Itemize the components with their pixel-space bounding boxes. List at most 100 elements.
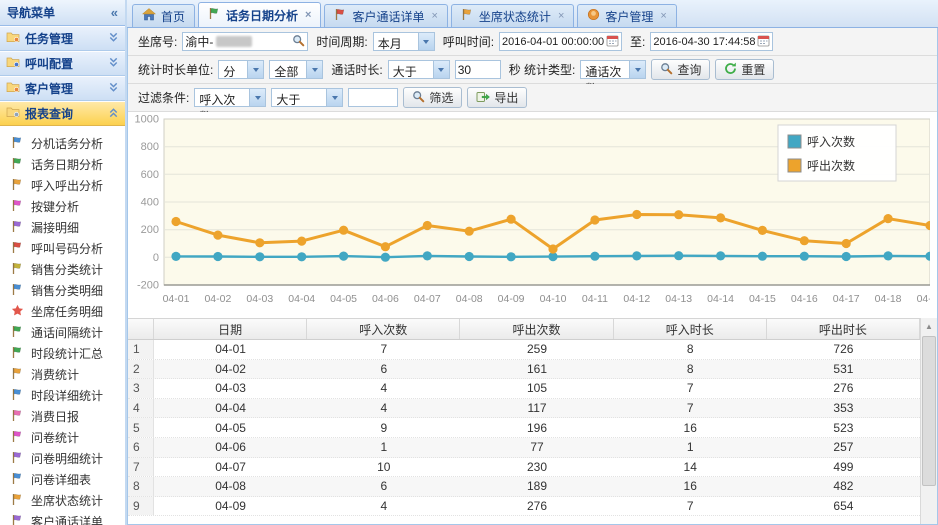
table-row[interactable]: 404-0441177353	[128, 399, 920, 419]
table-row[interactable]: 604-061771257	[128, 438, 920, 458]
table-cell: 04-08	[154, 477, 307, 496]
search-icon[interactable]	[292, 34, 305, 50]
tab-item[interactable]: 客户通话详单 ×	[324, 4, 447, 27]
sidebar-item[interactable]: 客户通话详单	[0, 511, 125, 525]
sidebar-item[interactable]: 坐席状态统计	[0, 490, 125, 511]
table-row[interactable]: 704-071023014499	[128, 458, 920, 478]
sidebar-item[interactable]: 问卷统计	[0, 427, 125, 448]
sidebar-item-label: 销售分类明细	[31, 282, 103, 299]
filter-op-select[interactable]: 大于	[271, 88, 343, 107]
table-row[interactable]: 304-0341057276	[128, 379, 920, 399]
table-scrollbar[interactable]: ▲	[920, 318, 937, 524]
tab-label: 首页	[161, 8, 185, 25]
sidebar-item[interactable]: 话务日期分析	[0, 154, 125, 175]
row-number: 4	[128, 399, 154, 418]
table-column-header[interactable]: 呼入次数	[307, 319, 460, 339]
tab-item[interactable]: 坐席状态统计×	[451, 4, 574, 27]
table-column-header[interactable]: 日期	[154, 319, 307, 339]
sidebar-item[interactable]: 通话间隔统计	[0, 322, 125, 343]
close-icon[interactable]: ×	[660, 10, 666, 22]
calltime-to-input[interactable]	[650, 32, 773, 51]
table-row[interactable]: 104-0172598726	[128, 340, 920, 360]
flag-icon	[11, 283, 24, 299]
svg-text:呼入次数: 呼入次数	[807, 134, 855, 149]
table-body: 104-0172598726204-0261618531304-03410572…	[128, 340, 920, 516]
sidebar-section-4[interactable]: 报表查询	[0, 101, 125, 126]
svg-text:800: 800	[141, 141, 159, 153]
sidebar-section-1[interactable]: 任务管理	[0, 26, 125, 51]
table-cell: 04-04	[154, 399, 307, 418]
table-cell: 7	[307, 340, 460, 359]
period-select[interactable]: 本月	[373, 32, 435, 51]
table-row[interactable]: 804-08618916482	[128, 477, 920, 497]
duration-value-input[interactable]	[455, 60, 501, 79]
tab-item[interactable]: 客户管理×	[577, 4, 676, 27]
calendar-icon[interactable]	[606, 34, 619, 50]
agent-input[interactable]: 渝中-	[182, 32, 308, 51]
sidebar-collapse-button[interactable]: «	[111, 5, 118, 20]
chevron-down-icon	[433, 61, 449, 78]
calltime-from-input[interactable]	[499, 32, 622, 51]
row-number: 9	[128, 497, 154, 516]
sidebar-section-2[interactable]: 呼叫配置	[0, 51, 125, 76]
filter-field-select[interactable]: 呼入次数	[194, 88, 266, 107]
close-icon[interactable]: ×	[558, 10, 564, 22]
duration-op-select[interactable]: 大于	[388, 60, 450, 79]
close-icon[interactable]: ×	[305, 9, 311, 21]
scrollbar-thumb[interactable]	[922, 336, 936, 486]
chevron-down-icon[interactable]	[108, 82, 119, 96]
table-row[interactable]: 504-05919616523	[128, 418, 920, 438]
chevron-down-icon[interactable]	[108, 32, 119, 46]
calendar-icon[interactable]	[757, 34, 770, 50]
sidebar-section-3[interactable]: 客户管理	[0, 76, 125, 101]
table-row[interactable]: 904-0942767654	[128, 497, 920, 517]
sidebar-item[interactable]: 消费统计	[0, 364, 125, 385]
row-number: 5	[128, 418, 154, 437]
sidebar-item[interactable]: 问卷明细统计	[0, 448, 125, 469]
sidebar-item[interactable]: 问卷详细表	[0, 469, 125, 490]
svg-text:0: 0	[153, 252, 159, 264]
stat-type-select[interactable]: 通话次数	[580, 60, 646, 79]
filter-value-input[interactable]	[348, 88, 398, 107]
sidebar-item[interactable]: 销售分类明细	[0, 280, 125, 301]
sidebar-item[interactable]: 时段统计汇总	[0, 343, 125, 364]
svg-text:呼出次数: 呼出次数	[807, 158, 855, 173]
tab-label: 客户通话详单	[352, 8, 424, 25]
table-column-header[interactable]: 呼出时长	[767, 319, 920, 339]
tab-item[interactable]: 首页	[132, 4, 195, 27]
sidebar-item[interactable]: 分机话务分析	[0, 133, 125, 154]
medal-icon	[587, 8, 600, 24]
chevron-up-icon[interactable]	[108, 107, 119, 121]
tab-active[interactable]: 话务日期分析×	[198, 2, 321, 27]
svg-text:1000: 1000	[135, 115, 159, 126]
svg-text:04-17: 04-17	[833, 293, 860, 305]
unit-select[interactable]: 分	[218, 60, 264, 79]
table-cell: 276	[460, 497, 613, 516]
sidebar-item[interactable]: 呼入呼出分析	[0, 175, 125, 196]
flag-icon	[11, 262, 24, 278]
chevron-down-icon[interactable]	[108, 57, 119, 71]
sidebar-item[interactable]: 按键分析	[0, 196, 125, 217]
sidebar-item[interactable]: 销售分类统计	[0, 259, 125, 280]
export-button[interactable]: 导出	[467, 87, 527, 108]
scroll-up-icon[interactable]: ▲	[921, 318, 937, 334]
table-cell: 196	[460, 418, 613, 437]
filter-button[interactable]: 筛选	[403, 87, 462, 108]
sidebar-item-label: 按键分析	[31, 198, 79, 215]
close-icon[interactable]: ×	[431, 10, 437, 22]
reset-button[interactable]: 重置	[715, 59, 774, 80]
table-cell: 7	[614, 497, 767, 516]
sidebar-item[interactable]: 消费日报	[0, 406, 125, 427]
scope-select[interactable]: 全部	[269, 60, 323, 79]
table-column-header[interactable]: 呼出次数	[460, 319, 613, 339]
sidebar-item[interactable]: 时段详细统计	[0, 385, 125, 406]
table-row[interactable]: 204-0261618531	[128, 360, 920, 380]
svg-text:04-15: 04-15	[749, 293, 776, 305]
sidebar-item[interactable]: 漏接明细	[0, 217, 125, 238]
query-button[interactable]: 查询	[651, 59, 710, 80]
redacted-text	[216, 36, 252, 47]
sidebar-item[interactable]: 呼叫号码分析	[0, 238, 125, 259]
sidebar-item[interactable]: 坐席任务明细	[0, 301, 125, 322]
table-column-header[interactable]: 呼入时长	[614, 319, 767, 339]
filter-label: 过滤条件:	[138, 89, 189, 106]
